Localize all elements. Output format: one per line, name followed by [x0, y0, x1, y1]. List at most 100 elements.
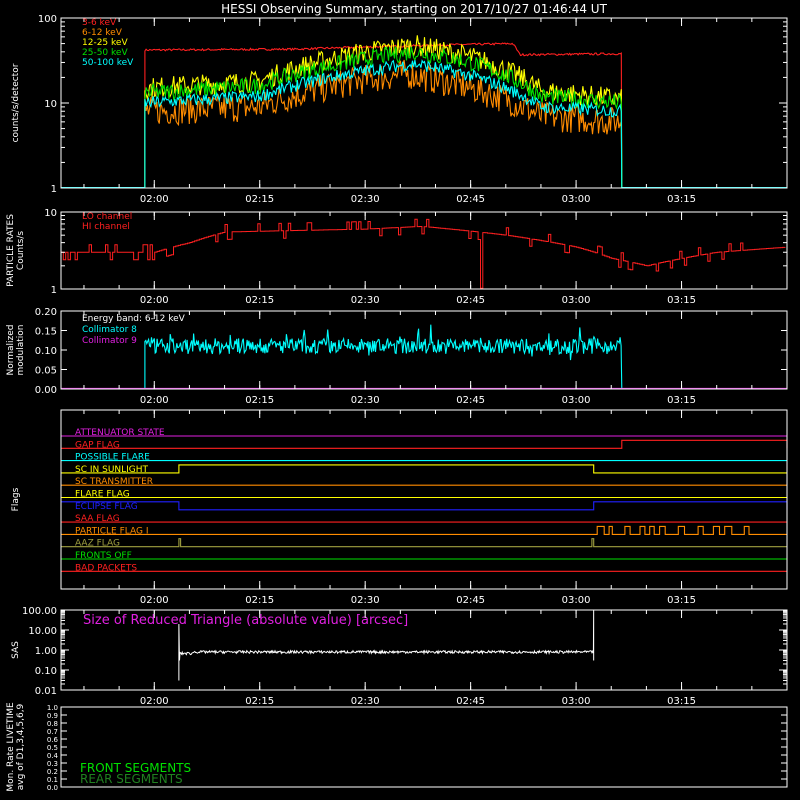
count-rates-panel [61, 35, 787, 189]
count-rates-xtick-label: 03:00 [562, 194, 591, 205]
flags-flag-trace [61, 538, 787, 548]
livetime-ytick-label: 1.0 [47, 704, 58, 712]
count-rates-ytick-label: 1 [51, 184, 57, 195]
particle-rates-panel [61, 218, 786, 289]
flags-xtick-label: 02:45 [456, 595, 485, 606]
livetime-ytick-label: 0.7 [47, 728, 58, 736]
sas-ytick-label: 1.00 [35, 646, 57, 657]
particle-rates-xtick-label: 02:45 [456, 295, 485, 306]
livetime-ytick-label: 0.1 [47, 776, 58, 784]
flags-flag-trace [61, 525, 787, 535]
particle-rates-xtick-label: 03:15 [667, 295, 696, 306]
sas-ytick-label: 10.00 [28, 626, 57, 637]
particle-rates-ylabel: Counts/s [16, 231, 26, 270]
livetime-ytick-label: 0.9 [47, 712, 58, 720]
count-rates-legend-entry: 3-6 keV [82, 18, 117, 28]
count-rates-series-2 [61, 35, 787, 189]
modulation-xtick-label: 02:00 [140, 395, 169, 406]
sas-xtick-label: 03:15 [667, 696, 696, 707]
particle-rates-ylabel: PARTICLE RATES [6, 214, 16, 287]
sas-xtick-label: 02:45 [456, 696, 485, 707]
flags-flag-label: ECLIPSE FLAG [75, 502, 138, 512]
modulation-ytick-label: 0.05 [35, 366, 57, 377]
count-rates-xtick-label: 02:45 [456, 194, 485, 205]
particle-rates-ytick-label: 1 [51, 285, 57, 296]
flags-ylabel: Flags [11, 487, 21, 511]
livetime-ytick-label: 0.0 [47, 784, 58, 792]
flags-panel: ATTENUATOR STATEGAP FLAGPOSSIBLE FLARESC… [61, 428, 788, 573]
count-rates-xtick-label: 02:15 [245, 194, 274, 205]
sas-ytick-label: 100.00 [22, 606, 57, 617]
modulation-xtick-label: 02:45 [456, 395, 485, 406]
modulation-xtick-label: 02:30 [351, 395, 380, 406]
count-rates-ytick-label: 10 [44, 99, 57, 110]
particle-rates-frame [60, 211, 788, 290]
count-rates-xtick-label: 02:30 [351, 194, 380, 205]
count-rates-ylabel: counts/s/detector [11, 63, 21, 142]
livetime-ytick-label: 0.6 [47, 736, 59, 744]
particle-rates-xtick-label: 03:00 [562, 295, 591, 306]
particle-rates-legend-entry: HI channel [82, 222, 130, 232]
flags-flag-trace [61, 439, 788, 449]
count-rates-xtick-label: 03:15 [667, 194, 696, 205]
livetime-ytick-label: 0.4 [47, 752, 59, 760]
particle-rates-xtick-label: 02:15 [245, 295, 274, 306]
modulation-legend-entry: Collimator 8 [82, 325, 137, 335]
particle-rates-lo-channel [61, 218, 786, 289]
modulation-annotation: Energy band: 6-12 keV [82, 314, 186, 324]
particle-rates-ytick-label: 10 [44, 208, 57, 219]
modulation-ytick-label: 0.00 [35, 385, 57, 396]
modulation-collimator-8 [144, 324, 623, 390]
sas-xtick-label: 03:00 [562, 696, 591, 707]
sas-xtick-label: 02:30 [351, 696, 380, 707]
count-rates-series-0 [61, 42, 787, 189]
flags-flag-trace [61, 501, 788, 511]
count-rates-xtick-label: 02:00 [140, 194, 169, 205]
livetime-ytick-label: 0.5 [47, 744, 58, 752]
livetime-ytick-label: 0.3 [47, 760, 58, 768]
count-rates-legend-entry: 50-100 keV [82, 58, 134, 68]
sas-annotation: Size of Reduced Triangle (absolute value… [83, 613, 408, 628]
modulation-ytick-label: 0.20 [35, 307, 57, 318]
particle-rates-legend-entry: LO channel [82, 212, 132, 222]
modulation-legend-entry: Collimator 9 [82, 336, 137, 346]
hessi-summary-figure: HESSI Observing Summary, starting on 201… [6, 2, 788, 792]
sas-xtick-label: 02:00 [140, 696, 169, 707]
flags-xtick-label: 02:15 [245, 595, 274, 606]
modulation-ytick-label: 0.10 [35, 346, 57, 357]
modulation-xtick-label: 03:00 [562, 395, 591, 406]
livetime-ylabel: Mon. Rate LIVETIME [6, 702, 16, 792]
livetime-ytick-label: 0.8 [47, 720, 58, 728]
modulation-xtick-label: 03:15 [667, 395, 696, 406]
flags-flag-trace [61, 464, 787, 474]
flags-xtick-label: 03:15 [667, 595, 696, 606]
count-rates-series-4 [61, 59, 787, 189]
figure-title: HESSI Observing Summary, starting on 201… [221, 2, 607, 16]
flags-xtick-label: 03:00 [562, 595, 591, 606]
flags-xtick-label: 02:00 [140, 595, 169, 606]
modulation-xtick-label: 02:15 [245, 395, 274, 406]
livetime-ytick-label: 0.2 [47, 768, 58, 776]
particle-rates-xtick-label: 02:00 [140, 295, 169, 306]
modulation-panel: Energy band: 6-12 keV [61, 314, 787, 390]
count-rates-ytick-label: 100 [38, 14, 57, 25]
sas-panel: Size of Reduced Triangle (absolute value… [83, 609, 595, 681]
panels-group: 1 10 100 counts/s/detector 02:00 02:15 02:30 02… [6, 14, 788, 792]
sas-ytick-label: 0.10 [35, 666, 57, 677]
count-rates-series-3 [61, 46, 787, 189]
sas-ylabel: SAS [11, 641, 21, 659]
flags-xtick-label: 02:30 [351, 595, 380, 606]
count-rates-series-1 [61, 59, 787, 189]
sas-xtick-label: 02:15 [245, 696, 274, 707]
livetime-ylabel: avg of D1,3,4,5,6,9 [16, 703, 26, 790]
particle-rates-xtick-label: 02:30 [351, 295, 380, 306]
flags-frame [60, 409, 788, 590]
modulation-ytick-label: 0.15 [35, 327, 57, 338]
modulation-ylabel: modulation [16, 325, 26, 376]
sas-ytick-label: 0.01 [35, 686, 57, 697]
count-rates-legend-entry: 6-12 keV [82, 28, 123, 38]
modulation-ylabel: Normalized [6, 324, 16, 375]
livetime-legend-entry: REAR SEGMENTS [80, 772, 183, 786]
count-rates-legend-entry: 25-50 keV [82, 48, 128, 58]
count-rates-legend-entry: 12-25 keV [82, 38, 128, 48]
